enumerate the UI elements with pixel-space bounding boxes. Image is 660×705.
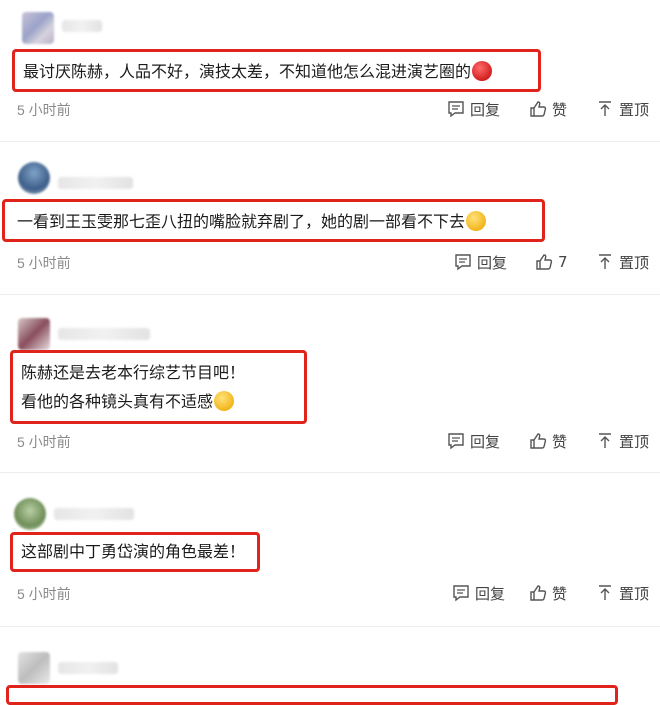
avatar[interactable]: [22, 12, 54, 44]
like-button[interactable]: 7: [535, 250, 568, 274]
comment-line: 看他的各种镜头真有不适感: [21, 387, 296, 416]
thumbs-up-icon: [530, 101, 547, 117]
thumbs-up-icon: [536, 254, 553, 270]
like-button[interactable]: 赞: [529, 429, 567, 453]
comment-icon: [453, 585, 469, 602]
angry-emoji-icon: [472, 61, 493, 81]
username[interactable]: [58, 328, 150, 340]
laughing-emoji-icon: [214, 391, 235, 411]
pin-top-icon: [599, 585, 611, 600]
comment-icon: [455, 254, 471, 271]
username[interactable]: [62, 20, 102, 32]
avatar[interactable]: [18, 652, 50, 684]
pin-button[interactable]: 置顶: [596, 581, 649, 605]
pin-button[interactable]: 置顶: [596, 97, 649, 121]
avatar[interactable]: [18, 162, 50, 194]
comment-text: 一看到王玉雯那七歪八扭的嘴脸就弃剧了，她的剧一部看不下去: [2, 199, 545, 242]
divider: [0, 472, 660, 473]
pin-top-icon: [599, 254, 611, 269]
comment-line: 这部剧中丁勇岱演的角色最差！: [21, 542, 246, 561]
comment-text: 最讨厌陈赫，人品不好，演技太差，不知道他怎么混进演艺圈的: [12, 49, 541, 92]
comment-feed: 最讨厌陈赫，人品不好，演技太差，不知道他怎么混进演艺圈的 5 小时前 回复 赞 …: [0, 0, 660, 705]
divider: [0, 626, 660, 627]
comment-line: 最讨厌陈赫，人品不好，演技太差，不知道他怎么混进演艺圈的: [23, 57, 530, 86]
avatar[interactable]: [14, 498, 46, 530]
pin-top-icon: [599, 101, 611, 116]
avatar[interactable]: [18, 318, 50, 350]
reply-button[interactable]: 回复: [447, 429, 500, 453]
comment-line: 陈赫还是去老本行综艺节目吧！: [21, 363, 246, 382]
comment-text: 陈赫还是去老本行综艺节目吧！ 看他的各种镜头真有不适感: [10, 350, 307, 424]
thumbs-up-icon: [530, 585, 547, 601]
reply-button[interactable]: 回复: [452, 581, 505, 605]
like-button[interactable]: 赞: [529, 581, 567, 605]
reply-button[interactable]: 回复: [454, 250, 507, 274]
pin-top-icon: [599, 433, 611, 448]
comment-icon: [448, 101, 464, 118]
like-button[interactable]: 赞: [529, 97, 567, 121]
comment-line: 一看到王玉雯那七歪八扭的嘴脸就弃剧了，她的剧一部看不下去: [13, 207, 534, 236]
username[interactable]: [54, 508, 134, 520]
comment-icon: [448, 433, 464, 450]
laughing-emoji-icon: [466, 211, 487, 231]
pin-button[interactable]: 置顶: [596, 429, 649, 453]
username[interactable]: [58, 662, 118, 674]
comment-text: 这部剧中丁勇岱演的角色最差！: [10, 532, 260, 572]
divider: [0, 294, 660, 295]
username[interactable]: [58, 177, 133, 189]
reply-button[interactable]: 回复: [447, 97, 500, 121]
comment-text: [6, 685, 618, 705]
pin-button[interactable]: 置顶: [596, 250, 649, 274]
divider: [0, 141, 660, 142]
thumbs-up-icon: [530, 433, 547, 449]
